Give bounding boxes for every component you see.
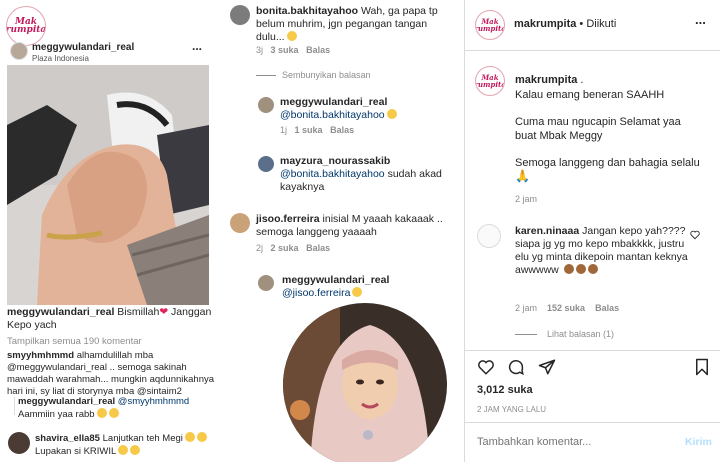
- caption-line-2: Cuma mau ngucapin Selamat yaa: [515, 116, 681, 128]
- caption-avatar[interactable]: Mak rumpita: [475, 66, 505, 96]
- shavira-avatar[interactable]: [8, 432, 30, 454]
- monkey-emoji-icon: [575, 264, 586, 274]
- comment-meggy-1-meta: 1j 1 suka Balas: [280, 125, 355, 135]
- right-post-panel: Mak rumpita makrumpita • Diikuti ... Mak r…: [465, 0, 720, 462]
- laugh-emoji-icon: [118, 445, 129, 455]
- comment-box-divider: [465, 422, 720, 423]
- comment-karen: karen.ninaaa Jangan kepo yah???? siapa j…: [515, 225, 688, 276]
- meggy-avatar-2[interactable]: [258, 275, 274, 291]
- bonita-avatar[interactable]: [230, 5, 250, 25]
- laugh-emoji-icon: [130, 445, 141, 455]
- hide-replies-button[interactable]: Sembunyikan balasan: [282, 69, 371, 82]
- comment-like-heart-icon[interactable]: [690, 230, 700, 240]
- comment-bonita-meta: 3j 3 suka Balas: [256, 45, 331, 55]
- comment-meggy-1: meggywulandari_real @bonita.bakhitayahoo: [280, 96, 455, 122]
- comment-shavira: shavira_ella85 Lanjutkan teh Megi Lupaka…: [35, 432, 220, 458]
- likes-count[interactable]: 3,012 suka: [477, 384, 533, 397]
- caption-time: 2 jam: [515, 194, 538, 204]
- save-icon[interactable]: [694, 358, 710, 376]
- comment-smyyhmhmmd: smyyhmhmmd alhamdulillah mba @meggywulan…: [7, 350, 215, 397]
- heart-emoji-icon: ❤: [159, 306, 169, 318]
- comment-jisoo: jisoo.ferreira inisial M yaaah kakaaak .…: [256, 213, 443, 238]
- send-comment-button[interactable]: Kirim: [685, 436, 712, 449]
- caption-line-1: Kalau emang beneran SAAHH: [515, 89, 665, 101]
- makrumpita-header-avatar[interactable]: Mak rumpita: [475, 10, 505, 40]
- heart-icon[interactable]: [477, 358, 495, 376]
- header-divider: [465, 50, 720, 51]
- monkey-emoji-icon: [587, 264, 598, 274]
- post-header: makrumpita • Diikuti: [514, 18, 617, 30]
- meggy-avatar[interactable]: [258, 97, 274, 113]
- more-options-icon[interactable]: ...: [695, 13, 706, 26]
- caption-line-3: buat Mbak Meggy: [515, 130, 603, 142]
- grin-emoji-icon: [96, 408, 107, 418]
- comment-jisoo-meta: 2j 2 suka Balas: [256, 243, 331, 253]
- caption-header: makrumpita .: [515, 74, 584, 86]
- comment-meggy-reply: meggywulandari_real @smyyhmhmmd Aammiin …: [18, 396, 190, 420]
- smile-emoji-icon: [286, 31, 297, 41]
- comment-mayzura: mayzura_nourassakib @bonita.bakhitayahoo…: [280, 155, 442, 193]
- jisoo-avatar[interactable]: [230, 213, 250, 233]
- monkey-emoji-icon: [563, 264, 574, 274]
- hide-replies-line: [256, 75, 276, 76]
- comment-bonita: bonita.bakhitayahoo Wah, ga papa tp belu…: [256, 5, 438, 43]
- left-post-panel: Mak rumpita meggywulandari_real Plaza Ind…: [0, 0, 222, 462]
- comment-karen-meta: 2 jam 152 suka Balas: [515, 303, 620, 313]
- view-replies-line: [515, 334, 537, 335]
- middle-comments-panel: bonita.bakhitayahoo Wah, ga papa tp belu…: [222, 0, 462, 462]
- karen-avatar[interactable]: [477, 224, 501, 248]
- view-replies-button[interactable]: Lihat balasan (1): [547, 328, 614, 341]
- laugh-emoji-icon: [184, 432, 195, 442]
- post-caption: meggywulandari_real Bismillah❤ Janggan K…: [7, 306, 212, 331]
- post-location[interactable]: Plaza Indonesia: [32, 52, 89, 65]
- more-options-icon[interactable]: ...: [192, 40, 202, 53]
- comment-icon[interactable]: [507, 358, 525, 376]
- post-author-avatar[interactable]: [10, 42, 28, 60]
- smile-emoji-icon: [386, 109, 397, 119]
- laugh-emoji-icon: [196, 432, 207, 442]
- smile-emoji-icon: [352, 287, 363, 297]
- grin-emoji-icon: [108, 408, 119, 418]
- pray-emoji-icon: 🙏: [515, 169, 530, 183]
- post-photo: [7, 65, 209, 305]
- makrumpita-logo: Mak rumpita: [6, 6, 46, 46]
- actions-divider: [465, 350, 720, 351]
- share-icon[interactable]: [538, 358, 556, 376]
- view-all-comments-link[interactable]: Tampilkan semua 190 komentar: [7, 335, 142, 348]
- add-comment-input[interactable]: [477, 432, 667, 452]
- meggy-portrait-photo: [283, 303, 447, 462]
- reply-divider: [14, 397, 15, 415]
- post-timestamp: 2 JAM YANG LALU: [477, 405, 547, 414]
- caption-line-4: Semoga langgeng dan bahagia selalu: [515, 157, 700, 169]
- mayzura-avatar[interactable]: [258, 156, 274, 172]
- comment-meggy-2: meggywulandari_real @jisoo.ferreira: [282, 274, 390, 299]
